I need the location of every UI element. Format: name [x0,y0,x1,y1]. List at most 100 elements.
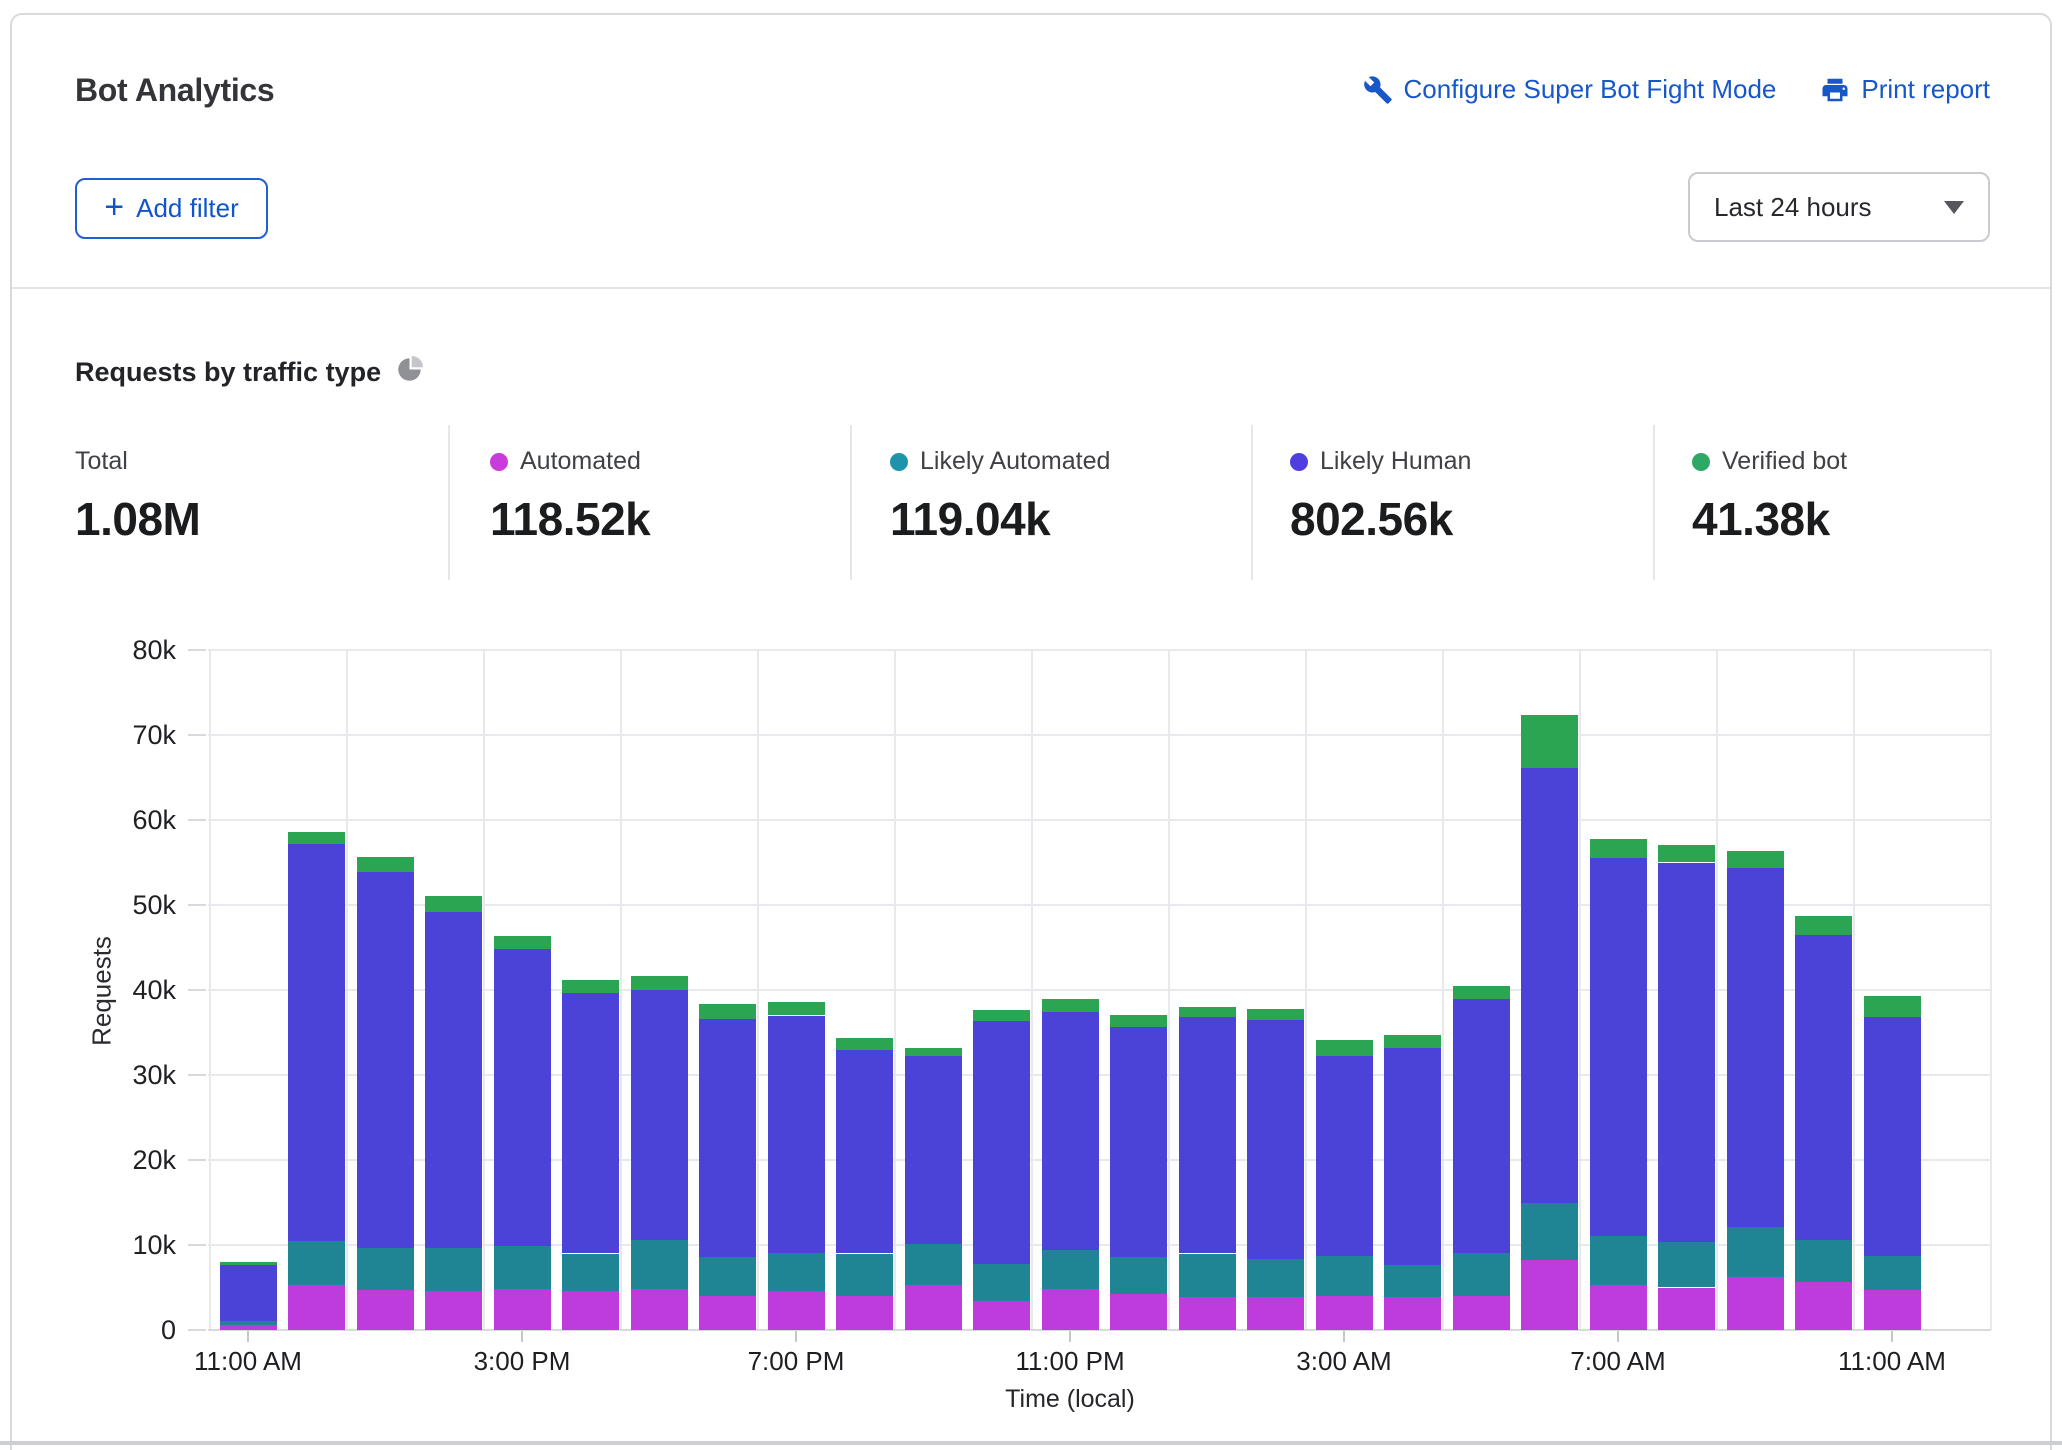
bar-segment-verified-bot[interactable] [699,1004,756,1019]
bar-segment-verified-bot[interactable] [288,831,345,844]
bar-segment-likely-automated[interactable] [288,1240,345,1285]
bar-segment-automated[interactable] [1247,1296,1304,1330]
bar-segment-likely-automated[interactable] [767,1252,825,1291]
bar-segment-likely-human[interactable] [904,1056,962,1245]
bar-segment-automated[interactable] [356,1290,414,1330]
bar-segment-automated[interactable] [836,1296,893,1330]
bar-segment-likely-automated[interactable] [219,1320,277,1325]
bar-segment-likely-automated[interactable] [1658,1242,1715,1288]
bar-segment-likely-human[interactable] [1041,1012,1099,1251]
bar-segment-likely-human[interactable] [1863,1017,1921,1257]
bar-segment-verified-bot[interactable] [1521,715,1578,769]
bar-segment-likely-human[interactable] [562,993,619,1254]
bar-segment-likely-automated[interactable] [1795,1239,1852,1283]
bar-segment-automated[interactable] [493,1289,551,1330]
bar-segment-likely-automated[interactable] [1589,1235,1647,1285]
bar-segment-likely-automated[interactable] [1178,1253,1236,1297]
bar-segment-likely-automated[interactable] [1247,1258,1304,1297]
bar-segment-verified-bot[interactable] [1315,1040,1373,1057]
bar-segment-verified-bot[interactable] [1795,916,1852,935]
bar-segment-verified-bot[interactable] [1041,998,1099,1013]
bar-segment-likely-human[interactable] [1658,862,1715,1243]
bar-segment-automated[interactable] [1795,1282,1852,1330]
bar-segment-likely-automated[interactable] [699,1256,756,1296]
bar-segment-verified-bot[interactable] [1658,844,1715,863]
bar-segment-likely-human[interactable] [699,1018,756,1257]
bar-segment-likely-human[interactable] [425,911,482,1249]
bar-segment-automated[interactable] [1863,1290,1921,1330]
bar-segment-verified-bot[interactable] [1247,1008,1304,1020]
bar-segment-verified-bot[interactable] [219,1262,277,1266]
bar-segment-likely-automated[interactable] [1863,1256,1921,1291]
bar-segment-verified-bot[interactable] [425,895,482,912]
bar-segment-verified-bot[interactable] [1863,995,1921,1018]
bar-segment-verified-bot[interactable] [1726,851,1784,868]
bar-segment-likely-automated[interactable] [562,1253,619,1291]
bar-segment-likely-automated[interactable] [493,1245,551,1290]
bar-segment-likely-automated[interactable] [973,1263,1030,1302]
bar-segment-likely-automated[interactable] [1726,1227,1784,1278]
bar-segment-likely-human[interactable] [1247,1019,1304,1259]
bar-segment-likely-automated[interactable] [356,1247,414,1291]
bar-segment-verified-bot[interactable] [904,1047,962,1057]
bar-segment-automated[interactable] [699,1296,756,1330]
bar-segment-automated[interactable] [1178,1296,1236,1330]
bar-segment-automated[interactable] [425,1290,482,1330]
bar-segment-likely-human[interactable] [493,949,551,1246]
bar-segment-automated[interactable] [1384,1296,1441,1330]
bar-segment-likely-human[interactable] [219,1265,277,1321]
bar-segment-likely-human[interactable] [1452,999,1510,1253]
bar-segment-likely-human[interactable] [1795,934,1852,1240]
bar-segment-verified-bot[interactable] [1110,1014,1167,1027]
bar-segment-automated[interactable] [219,1324,277,1330]
bar-segment-automated[interactable] [1589,1284,1647,1330]
bar-segment-likely-human[interactable] [1726,867,1784,1228]
bar-segment-automated[interactable] [767,1290,825,1330]
bar-segment-likely-human[interactable] [288,843,345,1241]
bar-segment-verified-bot[interactable] [630,976,688,990]
bar-segment-verified-bot[interactable] [767,1001,825,1016]
bar-segment-automated[interactable] [1521,1260,1578,1330]
bar-segment-automated[interactable] [1315,1296,1373,1330]
bar-segment-likely-human[interactable] [630,990,688,1240]
bar-segment-likely-automated[interactable] [425,1248,482,1291]
bar-segment-likely-human[interactable] [1110,1026,1167,1257]
bar-segment-verified-bot[interactable] [1178,1007,1236,1018]
bar-segment-automated[interactable] [562,1290,619,1330]
bar-segment-automated[interactable] [1658,1287,1715,1330]
bar-segment-automated[interactable] [1726,1277,1784,1330]
bar-segment-likely-automated[interactable] [630,1239,688,1290]
bar-segment-automated[interactable] [904,1284,962,1330]
bar-segment-automated[interactable] [630,1289,688,1330]
bar-segment-likely-automated[interactable] [1521,1203,1578,1261]
bar-segment-likely-automated[interactable] [1384,1265,1441,1297]
bar-segment-automated[interactable] [973,1301,1030,1330]
bar-segment-likely-automated[interactable] [1315,1256,1373,1296]
bar-segment-likely-automated[interactable] [1041,1250,1099,1290]
bar-segment-automated[interactable] [1110,1294,1167,1330]
bar-segment-verified-bot[interactable] [1452,985,1510,1000]
bar-segment-verified-bot[interactable] [493,936,551,950]
bar-segment-verified-bot[interactable] [356,856,414,872]
bar-segment-verified-bot[interactable] [973,1010,1030,1021]
bar-segment-likely-human[interactable] [836,1050,893,1254]
bar-segment-verified-bot[interactable] [1384,1035,1441,1048]
bar-segment-likely-human[interactable] [767,1015,825,1253]
bar-segment-likely-automated[interactable] [1452,1252,1510,1296]
bar-segment-automated[interactable] [1452,1296,1510,1330]
bar-segment-automated[interactable] [1041,1289,1099,1330]
bar-segment-verified-bot[interactable] [1589,838,1647,859]
bar-segment-likely-human[interactable] [973,1020,1030,1264]
bar-segment-likely-automated[interactable] [1110,1256,1167,1295]
bar-segment-likely-human[interactable] [1521,768,1578,1204]
bar-segment-likely-human[interactable] [1589,858,1647,1236]
bar-segment-likely-human[interactable] [1384,1047,1441,1266]
bar-segment-automated[interactable] [288,1284,345,1330]
bar-segment-likely-automated[interactable] [904,1244,962,1285]
bar-segment-verified-bot[interactable] [562,979,619,994]
bar-segment-likely-human[interactable] [356,871,414,1248]
bar-segment-likely-human[interactable] [1178,1017,1236,1254]
bar-segment-likely-human[interactable] [1315,1056,1373,1257]
bar-segment-verified-bot[interactable] [836,1038,893,1051]
bar-segment-likely-automated[interactable] [836,1253,893,1296]
